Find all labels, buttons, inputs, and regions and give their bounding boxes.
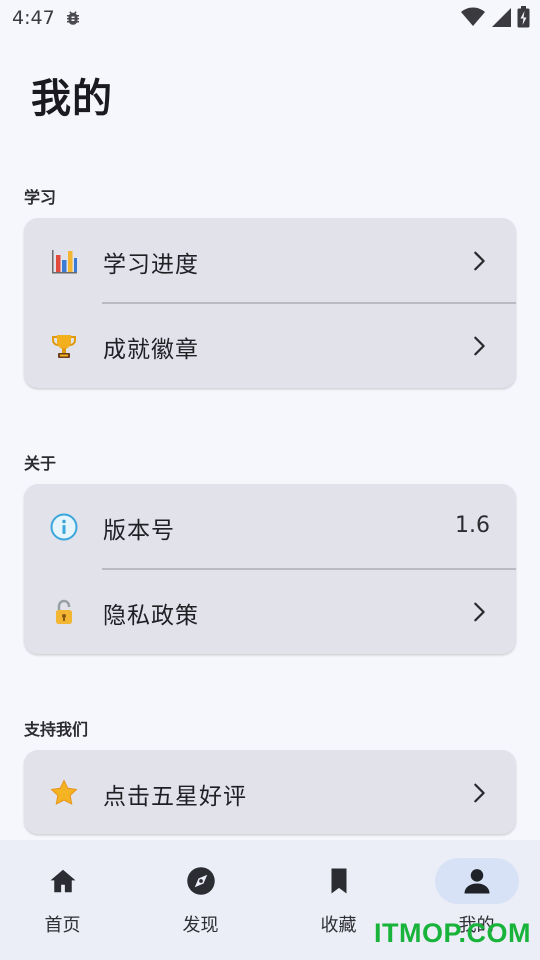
version-value: 1.6: [455, 513, 490, 538]
lock-icon: [56, 599, 72, 624]
bar-chart-icon: [52, 250, 77, 274]
nav-item-discover[interactable]: 发现: [133, 840, 268, 960]
chevron-right-icon: [474, 336, 485, 356]
nav-item-home[interactable]: 首页: [0, 840, 130, 960]
list-item-achievement-badges[interactable]: 成就徽章: [24, 303, 516, 388]
section-header-support: 支持我们: [24, 720, 89, 739]
page-title: 我的: [31, 76, 113, 122]
nav-label: 首页: [44, 915, 81, 936]
list-item-privacy-policy[interactable]: 隐私政策: [24, 569, 516, 654]
status-bar: 4:47: [0, 0, 540, 36]
chevron-right-icon: [474, 602, 485, 622]
screen: 4:47 我的 学习 学习进度 成就徽章 关于 版本号 1.6 隐私政策 支持我…: [0, 0, 540, 960]
list-item-label: 隐私政策: [103, 603, 199, 629]
nav-label: 发现: [182, 915, 219, 936]
home-icon: [50, 869, 75, 893]
status-time: 4:47: [12, 7, 55, 29]
list-item-study-progress[interactable]: 学习进度: [24, 218, 516, 303]
bug-icon: [67, 11, 79, 25]
star-icon: [50, 779, 78, 805]
bookmark-icon: [331, 868, 346, 894]
watermark: ITMOP.COM: [373, 918, 531, 948]
person-icon: [464, 869, 489, 894]
about-card: 版本号 1.6 隐私政策: [24, 484, 516, 654]
system-icons: [461, 6, 530, 28]
list-item-label: 成就徽章: [103, 337, 199, 363]
section-header-study: 学习: [24, 188, 57, 207]
support-card: 点击五星好评: [24, 750, 516, 834]
compass-icon: [186, 867, 215, 895]
info-icon: [50, 513, 78, 541]
cellular-signal-icon: [492, 8, 511, 27]
list-item-label: 版本号: [103, 518, 175, 544]
list-item-label: 点击五星好评: [103, 784, 247, 810]
list-item-rate-five-stars[interactable]: 点击五星好评: [24, 750, 516, 835]
list-item-version: 版本号 1.6: [24, 484, 516, 569]
trophy-icon: [52, 335, 76, 358]
section-header-about: 关于: [24, 454, 57, 473]
wifi-icon: [461, 7, 485, 26]
battery-charging-icon: [517, 6, 530, 28]
study-card: 学习进度 成就徽章: [24, 218, 516, 388]
chevron-right-icon: [474, 783, 485, 803]
chevron-right-icon: [474, 251, 485, 271]
list-item-label: 学习进度: [103, 252, 199, 278]
